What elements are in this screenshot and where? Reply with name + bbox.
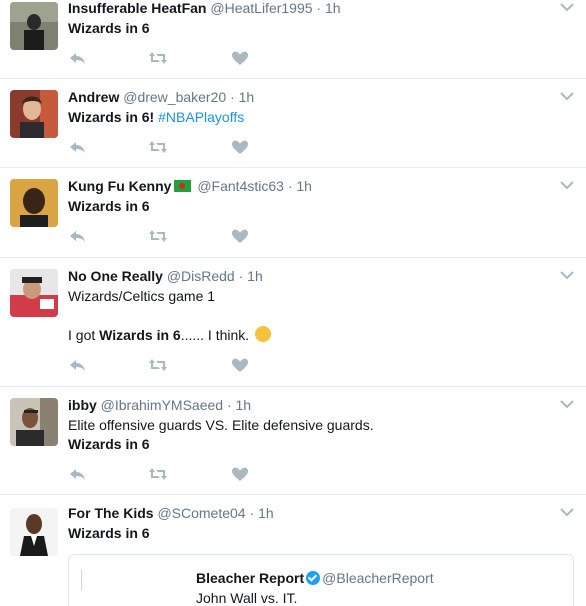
- timestamp[interactable]: 1h: [258, 505, 274, 521]
- retweet-icon[interactable]: [148, 466, 168, 482]
- display-name[interactable]: Insufferable HeatFan: [68, 0, 206, 16]
- chevron-down-icon[interactable]: [560, 399, 574, 409]
- chevron-down-icon[interactable]: [560, 180, 574, 190]
- quoted-tweet[interactable]: Bleacher Report @BleacherReport John Wall…: [68, 554, 574, 606]
- quoted-tweet-text: John Wall vs. IT.: [196, 590, 298, 606]
- tweet-header: For The Kids @SComete04 · 1h: [68, 504, 274, 522]
- display-name[interactable]: Kung Fu Kenny: [68, 178, 171, 194]
- heart-icon[interactable]: [230, 357, 250, 373]
- user-handle[interactable]: @SComete04: [157, 505, 245, 521]
- reply-icon[interactable]: [68, 139, 88, 155]
- chevron-down-icon[interactable]: [560, 270, 574, 280]
- avatar[interactable]: [10, 398, 58, 446]
- tweet[interactable]: Kung Fu Kenny @Fant4stic63 · 1h Wizards …: [0, 168, 586, 258]
- avatar[interactable]: [10, 269, 58, 317]
- hashtag-link[interactable]: #NBAPlayoffs: [158, 109, 244, 125]
- tweet[interactable]: No One Really @DisRedd · 1h Wizards/Celt…: [0, 258, 586, 387]
- tweet-text-part: ...... I think.: [180, 327, 250, 343]
- avatar[interactable]: [10, 179, 58, 227]
- separator: ·: [238, 268, 244, 284]
- tweet-text: Wizards in 6! #NBAPlayoffs: [68, 107, 244, 127]
- user-handle[interactable]: @Fant4stic63: [197, 178, 284, 194]
- chevron-down-icon[interactable]: [560, 507, 574, 517]
- tweet[interactable]: Andrew @drew_baker20 · 1h Wizards in 6! …: [0, 79, 586, 168]
- reply-icon[interactable]: [68, 50, 88, 66]
- tweet-text-bold: Wizards in 6: [99, 327, 181, 343]
- tweet-text-bold: Wizards in 6!: [68, 109, 155, 125]
- tweet-text-bold: Wizards in 6: [68, 20, 150, 36]
- timestamp[interactable]: 1h: [325, 0, 341, 16]
- tweet-text: Wizards in 6: [68, 523, 150, 543]
- display-name[interactable]: No One Really: [68, 268, 163, 284]
- retweet-icon[interactable]: [148, 228, 168, 244]
- timestamp[interactable]: 1h: [236, 397, 252, 413]
- tweet-header: Andrew @drew_baker20 · 1h: [68, 88, 254, 106]
- timestamp[interactable]: 1h: [247, 268, 263, 284]
- user-handle[interactable]: @DisRedd: [167, 268, 235, 284]
- heart-icon[interactable]: [230, 139, 250, 155]
- tweet-header: No One Really @DisRedd · 1h: [68, 267, 263, 285]
- display-name[interactable]: Andrew: [68, 89, 119, 105]
- heart-icon[interactable]: [230, 228, 250, 244]
- separator: ·: [249, 505, 255, 521]
- avatar[interactable]: [10, 90, 58, 138]
- quoted-display-name[interactable]: Bleacher Report: [196, 570, 304, 586]
- heart-icon[interactable]: [230, 50, 250, 66]
- tweet[interactable]: ibby @IbrahimYMSaeed · 1h Elite offensiv…: [0, 387, 586, 495]
- user-handle[interactable]: @HeatLifer1995: [210, 0, 312, 16]
- tweet-text: Elite offensive guards VS. Elite defensi…: [68, 417, 374, 433]
- user-handle[interactable]: @IbrahimYMSaeed: [101, 397, 223, 413]
- separator: ·: [316, 0, 322, 16]
- tweet-text-bold: Wizards in 6: [68, 525, 150, 541]
- retweet-icon[interactable]: [148, 139, 168, 155]
- avatar[interactable]: [10, 508, 58, 556]
- tweet-text: Wizards in 6: [68, 434, 150, 454]
- timestamp[interactable]: 1h: [239, 89, 255, 105]
- tweet-text-part: I got: [68, 327, 96, 343]
- avatar[interactable]: [10, 2, 58, 50]
- retweet-icon[interactable]: [148, 357, 168, 373]
- tweet[interactable]: Insufferable HeatFan @HeatLifer1995 · 1h…: [0, 0, 586, 79]
- separator: ·: [230, 89, 235, 105]
- tweet-text-bold: Wizards in 6: [68, 436, 150, 452]
- timeline: Insufferable HeatFan @HeatLifer1995 · 1h…: [0, 0, 586, 606]
- quoted-user-handle[interactable]: @BleacherReport: [322, 570, 434, 586]
- thinking-face-emoji: [255, 326, 272, 342]
- tweet-text: Wizards/Celtics game 1: [68, 288, 216, 304]
- reply-icon[interactable]: [68, 228, 88, 244]
- heart-icon[interactable]: [230, 466, 250, 482]
- chevron-down-icon[interactable]: [560, 2, 574, 12]
- tweet-header: Kung Fu Kenny @Fant4stic63 · 1h: [68, 177, 312, 195]
- separator: ·: [287, 178, 293, 194]
- quote-media-bar: [81, 569, 82, 591]
- retweet-icon[interactable]: [148, 50, 168, 66]
- display-name[interactable]: For The Kids: [68, 505, 154, 521]
- tweet-text: Wizards in 6: [68, 18, 150, 38]
- timestamp[interactable]: 1h: [296, 178, 312, 194]
- reply-icon[interactable]: [68, 357, 88, 373]
- flag-emoji: [174, 180, 192, 192]
- quoted-tweet-header: Bleacher Report @BleacherReport: [196, 569, 434, 587]
- tweet-header: Insufferable HeatFan @HeatLifer1995 · 1h: [68, 0, 341, 17]
- tweet-text: I got Wizards in 6...... I think.: [68, 325, 272, 345]
- tweet-header: ibby @IbrahimYMSaeed · 1h: [68, 396, 251, 414]
- tweet-text-bold: Wizards in 6: [68, 198, 150, 214]
- user-handle[interactable]: @drew_baker20: [123, 89, 226, 105]
- chevron-down-icon[interactable]: [560, 91, 574, 101]
- reply-icon[interactable]: [68, 466, 88, 482]
- verified-badge-icon: [306, 571, 321, 585]
- separator: ·: [226, 397, 232, 413]
- display-name[interactable]: ibby: [68, 397, 97, 413]
- tweet-text: Wizards in 6: [68, 196, 150, 216]
